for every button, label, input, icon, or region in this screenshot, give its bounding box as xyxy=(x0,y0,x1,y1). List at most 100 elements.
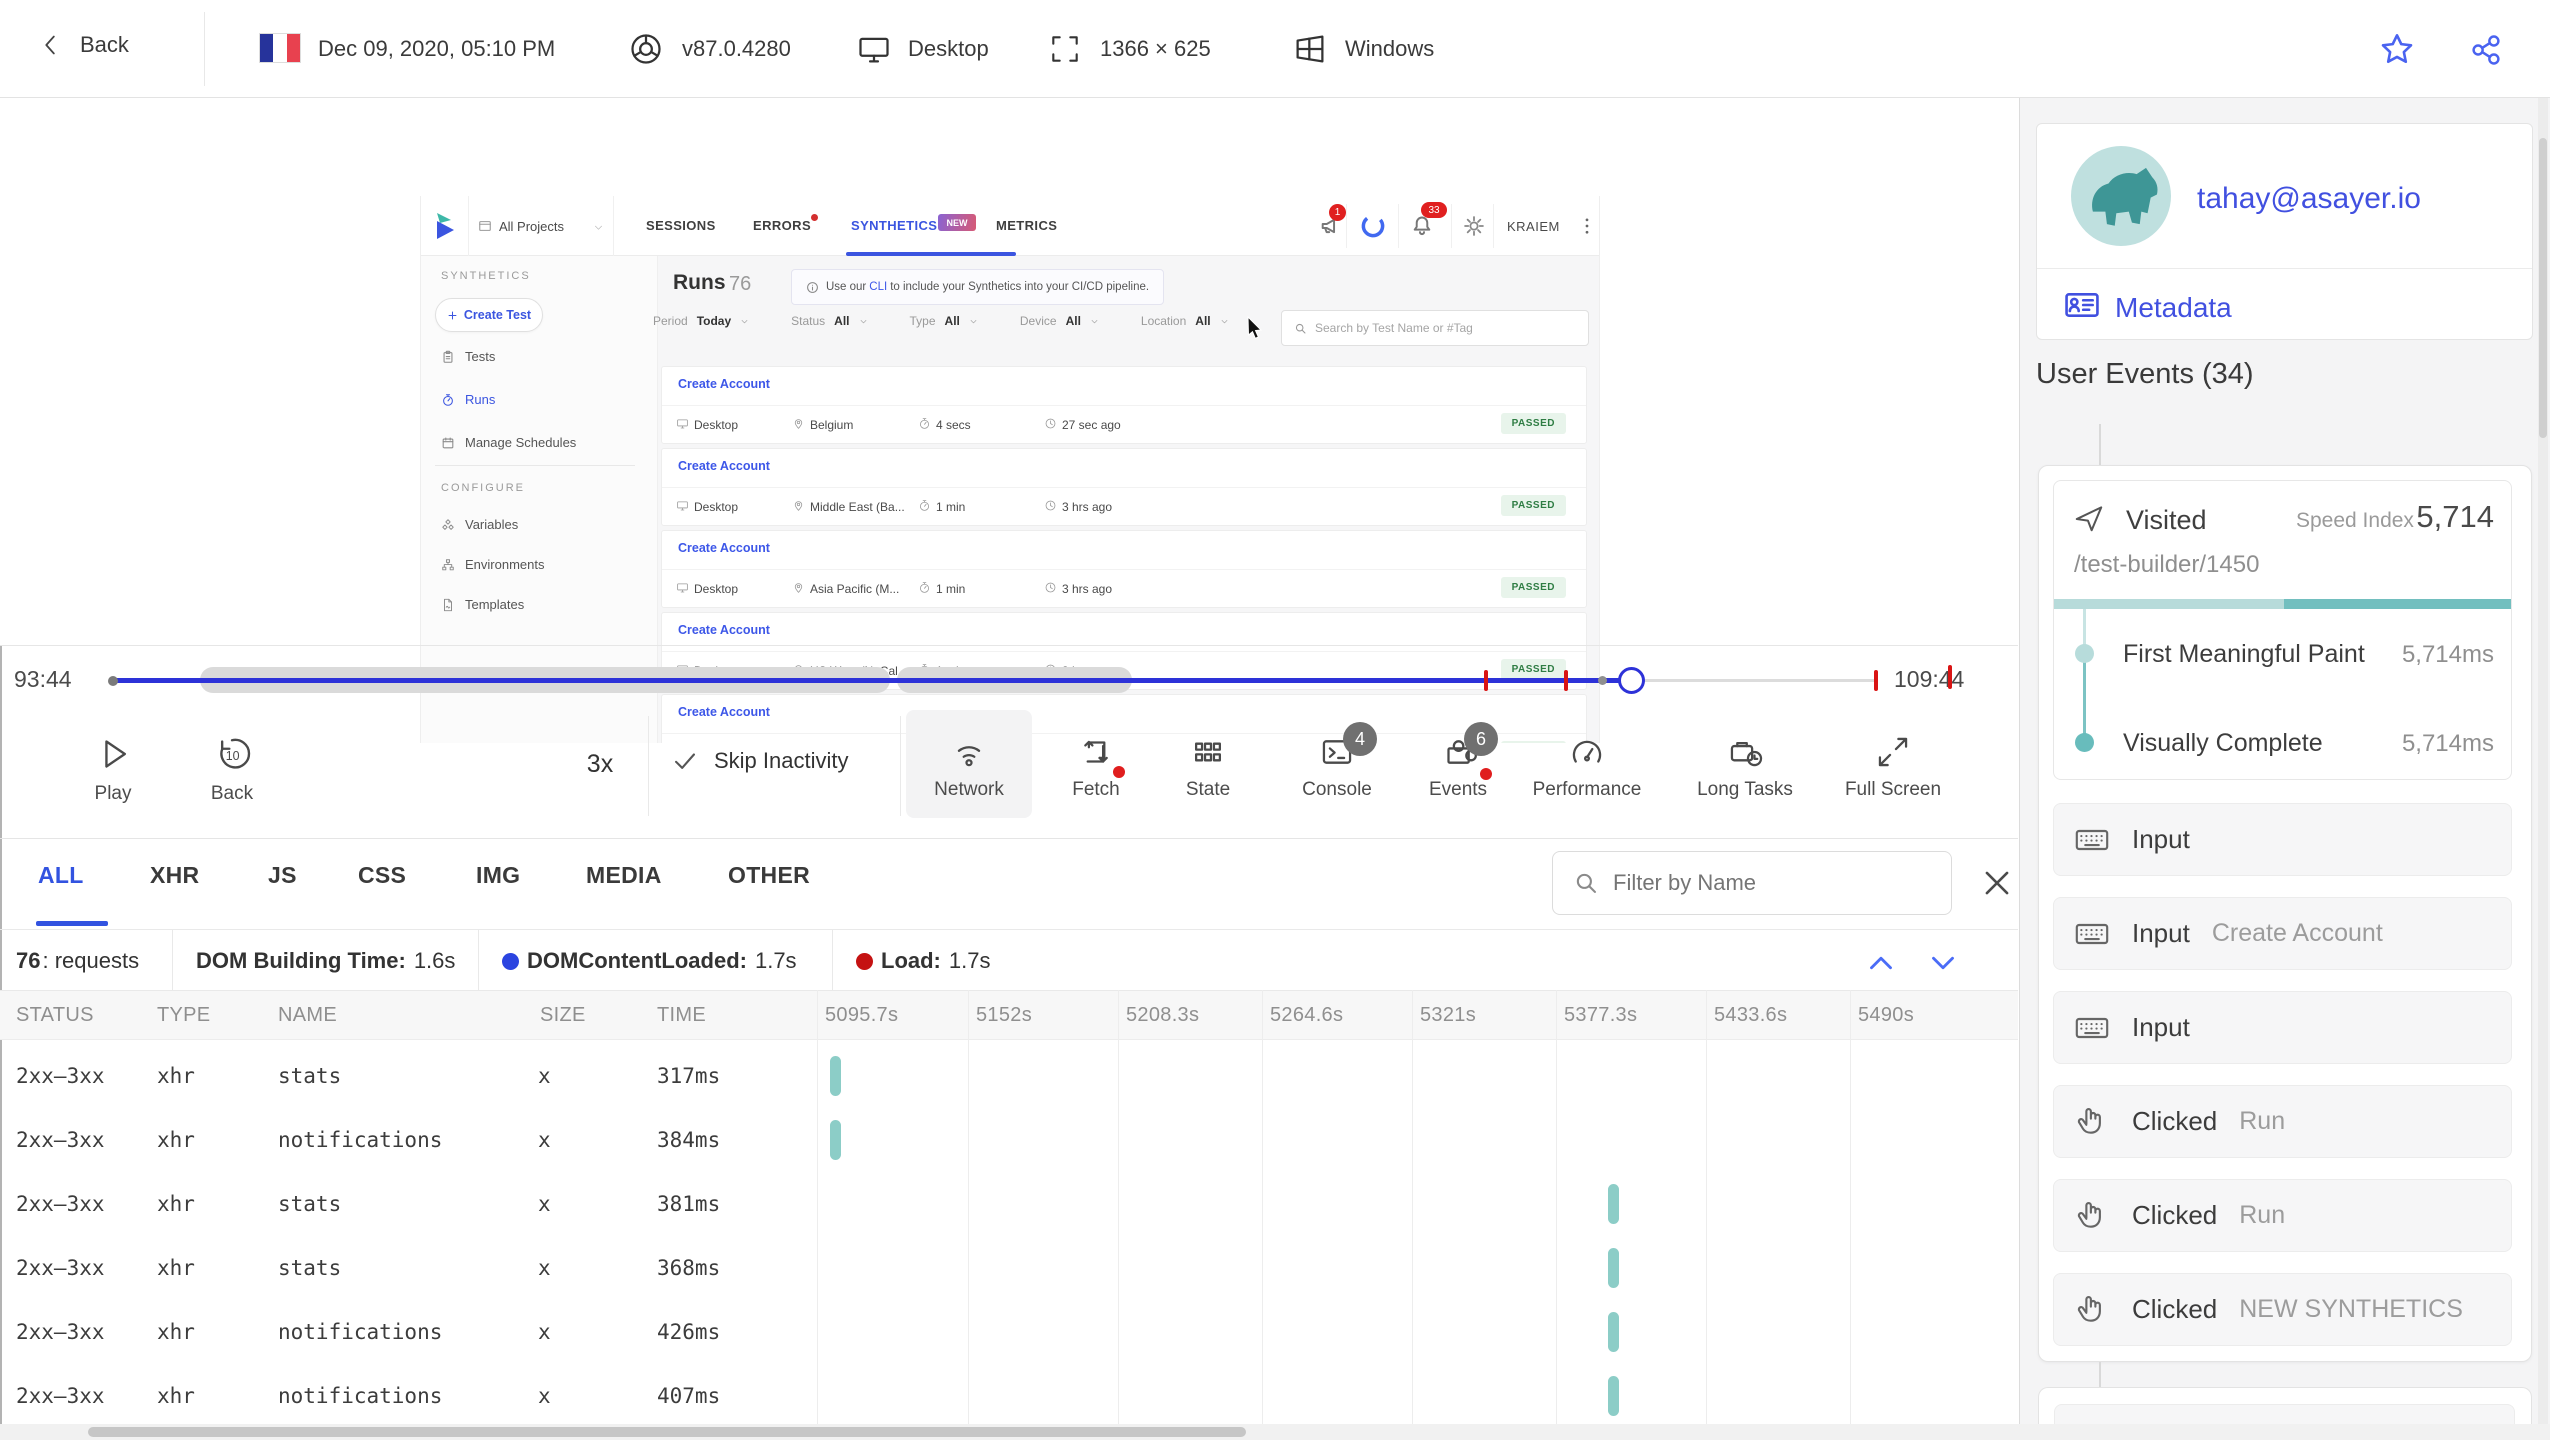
create-test-button: Create Test xyxy=(435,298,543,332)
timeline-event-marker[interactable] xyxy=(1484,670,1488,691)
event-item-clicked[interactable]: Clicked Run xyxy=(2053,1179,2512,1252)
tab-css[interactable]: CSS xyxy=(358,862,406,889)
cell-name: stats xyxy=(278,1064,342,1088)
horizontal-scrollbar-track[interactable] xyxy=(0,1424,2550,1440)
nav-divider xyxy=(1346,204,1347,248)
event-item-clicked[interactable]: Clicked NEW SYNTHETICS xyxy=(2053,1273,2512,1346)
keyboard-icon xyxy=(2075,1017,2109,1038)
tab-other[interactable]: OTHER xyxy=(728,862,810,889)
dom-building-summary: DOM Building Time: 1.6s xyxy=(196,944,455,978)
network-row[interactable]: 2xx–3xx xhr notifications x 384ms xyxy=(0,1108,2018,1172)
col-time: TIME xyxy=(657,1004,706,1026)
network-row[interactable]: 2xx–3xx xhr notifications x 407ms xyxy=(0,1364,2018,1424)
event-item-input[interactable]: Input xyxy=(2053,803,2512,876)
vc-label: Visually Complete xyxy=(2123,729,2323,757)
cell-time: 368ms xyxy=(657,1256,721,1280)
event-item-clicked[interactable]: Clicked Run xyxy=(2053,1085,2512,1158)
skip-inactivity-toggle[interactable]: Skip Inactivity xyxy=(672,748,849,774)
replay-viewport[interactable]: All Projects SESSIONS ERRORS SYNTHETICS … xyxy=(0,98,2018,743)
chevron-left-icon xyxy=(45,35,55,55)
network-row[interactable]: 2xx–3xx xhr notifications x 426ms xyxy=(0,1300,2018,1364)
cell-type: xhr xyxy=(157,1064,195,1088)
events-label: Events xyxy=(1428,779,1488,800)
keyboard-icon xyxy=(2075,829,2109,850)
state-panel-button[interactable]: State xyxy=(1133,733,1283,801)
windows-os-icon xyxy=(1296,35,1324,63)
col-t2: 5208.3s xyxy=(1126,1004,1200,1026)
run-duration: 1 min xyxy=(936,500,966,514)
sidebar-item-label: Tests xyxy=(465,349,496,364)
filter-search-box[interactable] xyxy=(1552,851,1952,915)
run-status-badge: PASSED xyxy=(1500,495,1566,516)
card-divider xyxy=(662,651,1586,652)
cell-time: 317ms xyxy=(657,1064,721,1088)
event-action: Clicked xyxy=(2132,1200,2218,1230)
run-name-link: Create Account xyxy=(678,623,770,637)
run-device: Desktop xyxy=(694,582,739,596)
tab-xhr[interactable]: XHR xyxy=(150,862,199,889)
location-pin-icon xyxy=(794,501,803,511)
browser-version: v87.0.4280 xyxy=(682,36,791,61)
os-name: Windows xyxy=(1345,36,1435,61)
event-item-input[interactable]: Input Create Account xyxy=(2053,897,2512,970)
metadata-link[interactable]: Metadata xyxy=(2115,292,2232,324)
stopwatch-icon xyxy=(443,393,453,406)
network-row[interactable]: 2xx–3xx xhr stats x 368ms xyxy=(0,1236,2018,1300)
filter-by-name-input[interactable] xyxy=(1611,869,1915,897)
next-event-item xyxy=(2054,1404,2515,1424)
cell-status: 2xx–3xx xyxy=(16,1128,105,1152)
close-panel-icon[interactable] xyxy=(1974,860,2020,906)
session-datetime: Dec 09, 2020, 05:10 PM xyxy=(318,36,556,61)
favorite-star-icon[interactable] xyxy=(2378,30,2416,68)
visited-path: /test-builder/1450 xyxy=(2074,551,2260,578)
jump-next-icon[interactable] xyxy=(1924,944,1962,982)
filter-value: All xyxy=(1195,314,1211,328)
tab-all[interactable]: ALL xyxy=(38,862,84,889)
back-10s-button[interactable]: 10 Back xyxy=(162,733,302,805)
col-t4: 5321s xyxy=(1420,1004,1476,1026)
requests-label: : requests xyxy=(42,948,140,973)
timeline-event-marker[interactable] xyxy=(1564,670,1568,691)
timeline-track[interactable] xyxy=(108,654,1885,708)
sidebar-item-environments: Environments xyxy=(441,557,544,572)
cell-status: 2xx–3xx xyxy=(16,1384,105,1408)
sidebar-scrollbar-thumb[interactable] xyxy=(2539,138,2547,438)
col-status: STATUS xyxy=(16,1004,94,1026)
network-row[interactable]: 2xx–3xx xhr stats x 317ms xyxy=(0,1044,2018,1108)
play-icon xyxy=(105,740,126,768)
col-t1: 5152s xyxy=(976,1004,1032,1026)
sidebar-item-label: Manage Schedules xyxy=(465,435,577,450)
event-target: Create Account xyxy=(2211,919,2383,947)
timeline-playhead[interactable] xyxy=(1618,667,1645,694)
tab-img[interactable]: IMG xyxy=(476,862,520,889)
playback-speed-button[interactable]: 3x xyxy=(570,750,630,779)
back-button[interactable]: Back xyxy=(36,30,129,60)
full-screen-button[interactable]: Full Screen xyxy=(1818,733,1968,801)
events-panel-button[interactable]: Events xyxy=(1383,733,1533,801)
filter-label: Device xyxy=(1019,314,1057,328)
timeline-event-marker[interactable] xyxy=(1874,670,1878,691)
event-item-input[interactable]: Input xyxy=(2053,991,2512,1064)
user-email-link[interactable]: tahay@asayer.io xyxy=(2197,182,2421,216)
tab-media[interactable]: MEDIA xyxy=(586,862,662,889)
timeline-progress xyxy=(110,678,1632,683)
domcontentloaded-value: 1.7s xyxy=(754,948,797,973)
visited-event-card[interactable]: Visited Speed Index 5,714 /test-builder/… xyxy=(2053,480,2512,780)
horizontal-scrollbar-thumb[interactable] xyxy=(88,1427,1246,1437)
user-card: tahay@asayer.io Metadata xyxy=(2036,123,2533,340)
stopwatch-icon xyxy=(920,500,929,511)
state-label: State xyxy=(1185,779,1231,800)
event-target: NEW SYNTHETICS xyxy=(2239,1295,2463,1323)
share-icon[interactable] xyxy=(2468,32,2504,68)
tab-js[interactable]: JS xyxy=(268,862,297,889)
top-bar: Back Dec 09, 2020, 05:10 PM v87.0.4280 D… xyxy=(0,0,2550,98)
performance-panel-button[interactable]: Performance xyxy=(1512,733,1662,801)
sidebar-scrollbar-track[interactable] xyxy=(2538,98,2548,1424)
cell-time: 426ms xyxy=(657,1320,721,1344)
location-pin-icon xyxy=(794,419,803,429)
banner-text-pre: Use our xyxy=(826,281,867,293)
filter-label: Type xyxy=(909,314,936,328)
long-tasks-panel-button[interactable]: Long Tasks xyxy=(1670,733,1820,801)
jump-previous-icon[interactable] xyxy=(1862,944,1900,982)
network-row[interactable]: 2xx–3xx xhr stats x 381ms xyxy=(0,1172,2018,1236)
